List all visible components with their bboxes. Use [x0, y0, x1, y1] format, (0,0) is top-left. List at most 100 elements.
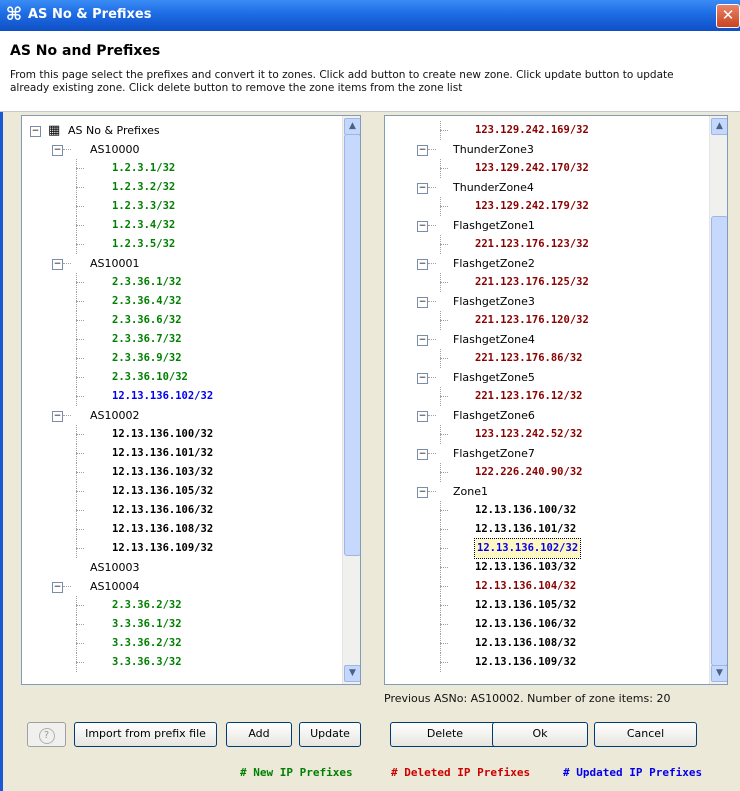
tree-leaf[interactable]: 12.13.136.105/32 [22, 482, 342, 501]
tree-node[interactable]: − AS10004 [22, 577, 342, 596]
tree-leaf[interactable]: 12.13.136.108/32 [385, 634, 705, 653]
add-button[interactable]: Add [226, 722, 292, 747]
tree-leaf[interactable]: 2.3.36.7/32 [22, 330, 342, 349]
tree-node[interactable]: − FlashgetZone1 [385, 216, 705, 235]
tree-leaf[interactable]: 221.123.176.120/32 [385, 311, 705, 330]
tree-leaf[interactable]: 1.2.3.4/32 [22, 216, 342, 235]
tree-leaf[interactable]: 3.3.36.2/32 [22, 634, 342, 653]
tree-node[interactable]: − ThunderZone4 [385, 178, 705, 197]
tree-leaf[interactable]: 12.13.136.106/32 [22, 501, 342, 520]
tree-leaf[interactable]: 12.13.136.100/32 [385, 501, 705, 520]
tree-leaf[interactable]: 122.226.240.90/32 [385, 463, 705, 482]
scroll-down-icon[interactable]: ▼ [711, 665, 727, 682]
tree-leaf[interactable]: 2.3.36.10/32 [22, 368, 342, 387]
tree-node[interactable]: − AS10001 [22, 254, 342, 273]
update-button[interactable]: Update [299, 722, 361, 747]
tree-leaf[interactable]: 221.123.176.12/32 [385, 387, 705, 406]
collapse-icon[interactable]: − [417, 449, 428, 460]
tree-leaf[interactable]: 12.13.136.102/32 [385, 538, 705, 559]
tree-leaf[interactable]: 1.2.3.5/32 [22, 235, 342, 254]
as-prefix-tree[interactable]: − ▦ AS No & Prefixes − AS10000 1.2.3.1/32 1.2.… [21, 115, 361, 685]
tree-node[interactable]: − FlashgetZone3 [385, 292, 705, 311]
tree-leaf[interactable]: 2.3.36.1/32 [22, 273, 342, 292]
tree-node[interactable]: − FlashgetZone2 [385, 254, 705, 273]
collapse-icon[interactable]: − [52, 259, 63, 270]
tree-leaf[interactable]: 12.13.136.103/32 [22, 463, 342, 482]
tree-node[interactable]: − FlashgetZone6 [385, 406, 705, 425]
tree-node[interactable]: − ThunderZone3 [385, 140, 705, 159]
tree-leaf[interactable]: 1.2.3.3/32 [22, 197, 342, 216]
delete-button[interactable]: Delete [390, 722, 500, 747]
collapse-icon[interactable]: − [417, 297, 428, 308]
scroll-down-icon[interactable]: ▼ [344, 665, 360, 682]
tree-leaf[interactable]: 123.129.242.179/32 [385, 197, 705, 216]
right-tree-scrollbar[interactable]: ▲ ▼ [709, 116, 727, 684]
tree-leaf[interactable]: 123.129.242.170/32 [385, 159, 705, 178]
collapse-icon[interactable]: − [417, 411, 428, 422]
tree-leaf[interactable]: 2.3.36.2/32 [22, 596, 342, 615]
tree-leaf[interactable]: 2.3.36.6/32 [22, 311, 342, 330]
tree-leaf[interactable]: 12.13.136.109/32 [22, 539, 342, 558]
cancel-button[interactable]: Cancel [594, 722, 697, 747]
tree-connector [76, 396, 84, 397]
app-icon: ⌘ [5, 4, 23, 25]
zone-tree[interactable]: 123.129.242.169/32 − ThunderZone3 123.129.2… [384, 115, 728, 685]
collapse-icon[interactable]: − [52, 145, 63, 156]
tree-leaf[interactable]: 2.3.36.4/32 [22, 292, 342, 311]
tree-leaf[interactable]: 3.3.36.1/32 [22, 615, 342, 634]
right-scroll-thumb[interactable] [711, 216, 727, 666]
collapse-icon[interactable]: − [30, 126, 41, 137]
tree-leaf[interactable]: 12.13.136.105/32 [385, 596, 705, 615]
prefix-label: 12.13.136.105/32 [112, 485, 214, 497]
tree-node[interactable]: − Zone1 [385, 482, 705, 501]
collapse-icon[interactable]: − [417, 221, 428, 232]
collapse-icon[interactable]: − [417, 335, 428, 346]
tree-node[interactable]: − AS10002 [22, 406, 342, 425]
import-prefix-file-button[interactable]: Import from prefix file [74, 722, 217, 747]
tree-node-label: FlashgetZone2 [453, 257, 535, 270]
tree-leaf[interactable]: 123.123.242.52/32 [385, 425, 705, 444]
tree-node[interactable]: − FlashgetZone7 [385, 444, 705, 463]
tree-leaf[interactable]: 1.2.3.1/32 [22, 159, 342, 178]
collapse-icon[interactable]: − [417, 183, 428, 194]
tree-node[interactable]: − AS10000 [22, 140, 342, 159]
tree-leaf[interactable]: 221.123.176.125/32 [385, 273, 705, 292]
tree-connector [63, 415, 71, 416]
left-tree-scrollbar[interactable]: ▲ ▼ [342, 116, 360, 684]
tree-leaf[interactable]: 12.13.136.109/32 [385, 653, 705, 672]
tree-leaf[interactable]: 123.129.242.169/32 [385, 121, 705, 140]
tree-leaf[interactable]: 12.13.136.106/32 [385, 615, 705, 634]
tree-leaf[interactable]: 12.13.136.101/32 [22, 444, 342, 463]
tree-leaf[interactable]: 3.3.36.3/32 [22, 653, 342, 672]
tree-leaf[interactable]: 2.3.36.9/32 [22, 349, 342, 368]
tree-leaf[interactable]: 12.13.136.101/32 [385, 520, 705, 539]
tree-connector [76, 320, 84, 321]
tree-leaf[interactable]: 1.2.3.2/32 [22, 178, 342, 197]
page-description: From this page select the prefixes and c… [10, 69, 674, 94]
tree-leaf[interactable]: 12.13.136.104/32 [385, 577, 705, 596]
tree-leaf[interactable]: 12.13.136.100/32 [22, 425, 342, 444]
window-title: AS No & Prefixes [28, 7, 152, 22]
tree-leaf[interactable]: 12.13.136.102/32 [22, 387, 342, 406]
scroll-up-icon[interactable]: ▲ [711, 118, 727, 135]
collapse-icon[interactable]: − [417, 259, 428, 270]
collapse-icon[interactable]: − [417, 373, 428, 384]
ok-button[interactable]: Ok [492, 722, 588, 747]
help-button[interactable]: ? [27, 722, 66, 747]
collapse-icon[interactable]: − [52, 411, 63, 422]
close-button[interactable]: ✕ [716, 4, 740, 28]
tree-node[interactable]: − FlashgetZone5 [385, 368, 705, 387]
tree-connector [428, 415, 436, 416]
tree-node[interactable]: − FlashgetZone4 [385, 330, 705, 349]
collapse-icon[interactable]: − [417, 487, 428, 498]
legend-updated: # Updated IP Prefixes [563, 766, 703, 779]
left-scroll-thumb[interactable] [344, 134, 360, 556]
tree-leaf[interactable]: 221.123.176.123/32 [385, 235, 705, 254]
scroll-up-icon[interactable]: ▲ [344, 118, 360, 135]
tree-leaf[interactable]: 12.13.136.108/32 [22, 520, 342, 539]
tree-leaf[interactable]: 221.123.176.86/32 [385, 349, 705, 368]
collapse-icon[interactable]: − [417, 145, 428, 156]
tree-leaf[interactable]: 12.13.136.103/32 [385, 558, 705, 577]
collapse-icon[interactable]: − [52, 582, 63, 593]
tree-node[interactable]: AS10003 [22, 558, 342, 577]
